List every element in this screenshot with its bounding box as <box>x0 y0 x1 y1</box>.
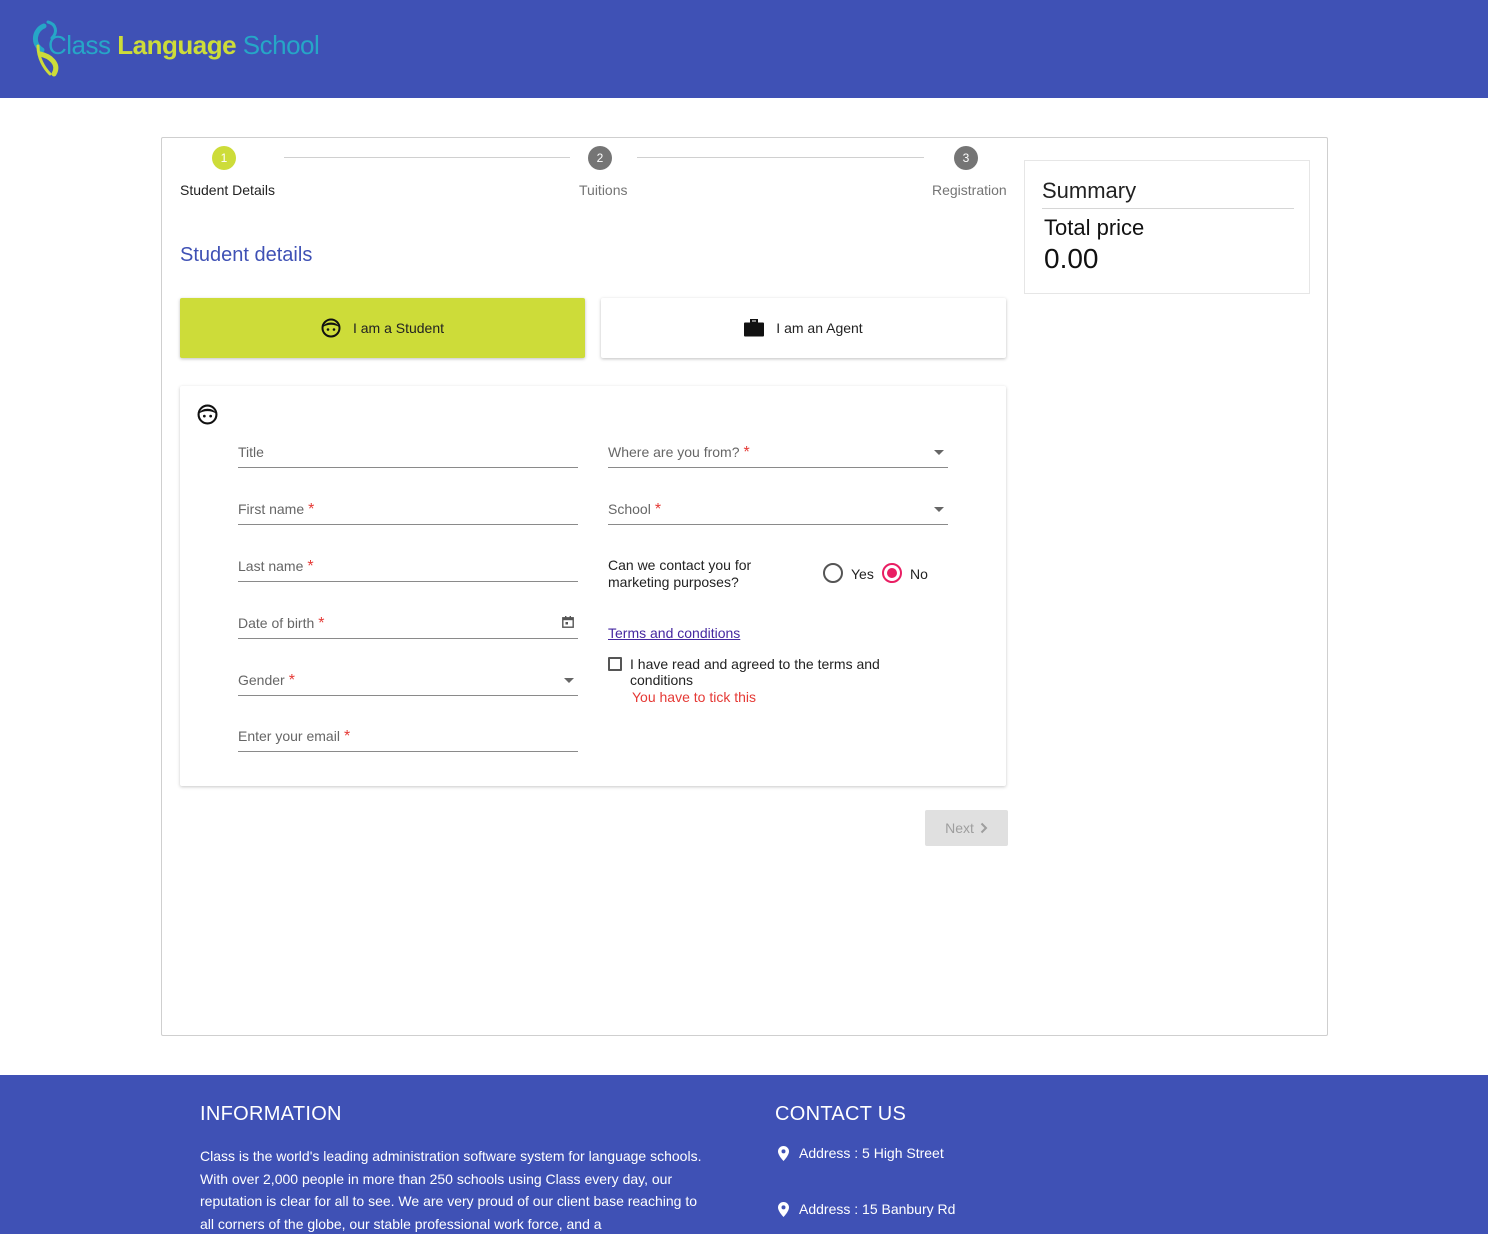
title-label: Title <box>238 444 264 460</box>
footer-information-title: INFORMATION <box>200 1103 342 1125</box>
footer-information-text: Class is the world's leading administrat… <box>200 1148 702 1232</box>
country-select[interactable]: Where are you from? * <box>608 438 948 468</box>
step-1-indicator[interactable]: 1 <box>212 146 236 170</box>
chevron-down-icon <box>564 678 574 683</box>
date-of-birth-input[interactable]: Date of birth * <box>238 609 578 639</box>
email-label-text: Enter your email <box>238 728 340 744</box>
school-logo[interactable]: Class Language School <box>30 18 350 78</box>
required-mark: * <box>343 728 351 745</box>
total-price-value: 0.00 <box>1044 243 1099 274</box>
site-footer: INFORMATION Class is the world's leading… <box>0 1075 1488 1234</box>
required-mark: * <box>743 444 750 461</box>
app-header: Class Language School <box>0 0 1488 98</box>
contact-address-2: Address : 15 Banbury Rd <box>778 1201 955 1217</box>
logo-word-class: Class <box>48 30 111 60</box>
chevron-down-icon <box>934 507 944 512</box>
logo-text: Class Language School <box>48 30 320 61</box>
step-connector-1 <box>284 157 570 158</box>
first-name-label: First name * <box>238 501 314 519</box>
total-price-label: Total price <box>1044 215 1145 240</box>
email-input[interactable]: Enter your email * <box>238 722 578 752</box>
marketing-no-radio[interactable] <box>882 563 902 583</box>
last-name-input[interactable]: Last name * <box>238 552 578 582</box>
agent-role-label: I am an Agent <box>776 320 863 336</box>
summary-panel: Summary Total price 0.00 <box>1024 160 1310 294</box>
location-pin-icon <box>778 1201 789 1217</box>
terms-error-message: You have to tick this <box>632 689 757 705</box>
title-label-text: Title <box>238 444 264 460</box>
contact-address-2-text: Address : 15 Banbury Rd <box>799 1201 956 1217</box>
school-label-text: School <box>608 501 651 517</box>
briefcase-icon <box>744 319 765 337</box>
step-3-indicator[interactable]: 3 <box>954 146 978 170</box>
summary-divider <box>1042 208 1294 209</box>
last-name-label: Last name * <box>238 558 314 576</box>
required-mark: * <box>288 672 295 689</box>
email-label: Enter your email * <box>238 728 350 746</box>
summary-title: Summary <box>1042 178 1137 203</box>
required-mark: * <box>318 615 325 632</box>
required-mark: * <box>308 501 315 518</box>
step-connector-2 <box>637 157 924 158</box>
step-1-label[interactable]: Student Details <box>180 182 275 198</box>
contact-address-1: Address : 5 High Street <box>778 1145 944 1161</box>
next-button[interactable]: Next <box>925 810 1008 846</box>
student-role-label: I am a Student <box>352 320 445 336</box>
agent-role-button[interactable]: I am an Agent <box>601 298 1006 358</box>
last-name-label-text: Last name <box>238 558 304 574</box>
calendar-icon[interactable] <box>562 616 574 628</box>
chevron-right-icon <box>980 822 988 834</box>
marketing-no-label[interactable]: No <box>910 566 928 582</box>
marketing-yes-label[interactable]: Yes <box>851 566 874 582</box>
date-of-birth-label: Date of birth * <box>238 615 325 633</box>
logo-word-school: School <box>242 30 320 60</box>
first-name-input[interactable]: First name * <box>238 495 578 525</box>
section-title: Student details <box>180 244 313 266</box>
chevron-down-icon <box>934 450 944 455</box>
step-3-label[interactable]: Registration <box>932 182 1007 198</box>
gender-label: Gender * <box>238 672 295 690</box>
terms-agree-label[interactable]: I have read and agreed to the terms and … <box>630 656 910 688</box>
terms-and-conditions-link[interactable]: Terms and conditions <box>608 625 740 641</box>
title-input[interactable]: Title <box>238 438 578 468</box>
step-2-label[interactable]: Tuitions <box>579 182 628 198</box>
student-role-button[interactable]: I am a Student <box>180 298 585 358</box>
footer-contact-title: CONTACT US <box>775 1103 907 1125</box>
step-2-indicator[interactable]: 2 <box>588 146 612 170</box>
contact-address-1-text: Address : 5 High Street <box>799 1145 944 1161</box>
school-select[interactable]: School * <box>608 495 948 525</box>
country-label: Where are you from? * <box>608 444 750 462</box>
country-label-text: Where are you from? <box>608 444 740 460</box>
gender-label-text: Gender <box>238 672 285 688</box>
school-label: School * <box>608 501 661 519</box>
student-face-icon <box>321 318 341 338</box>
location-pin-icon <box>778 1145 789 1161</box>
date-of-birth-label-text: Date of birth <box>238 615 315 631</box>
terms-agree-checkbox[interactable] <box>608 657 622 671</box>
marketing-question: Can we contact you for marketing purpose… <box>608 557 752 590</box>
student-face-icon <box>197 404 218 425</box>
first-name-label-text: First name <box>238 501 305 517</box>
required-mark: * <box>654 501 662 518</box>
next-button-label: Next <box>945 820 974 836</box>
marketing-yes-radio[interactable] <box>823 563 843 583</box>
gender-select[interactable]: Gender * <box>238 666 578 696</box>
logo-word-language: Language <box>117 30 237 60</box>
required-mark: * <box>307 558 314 575</box>
